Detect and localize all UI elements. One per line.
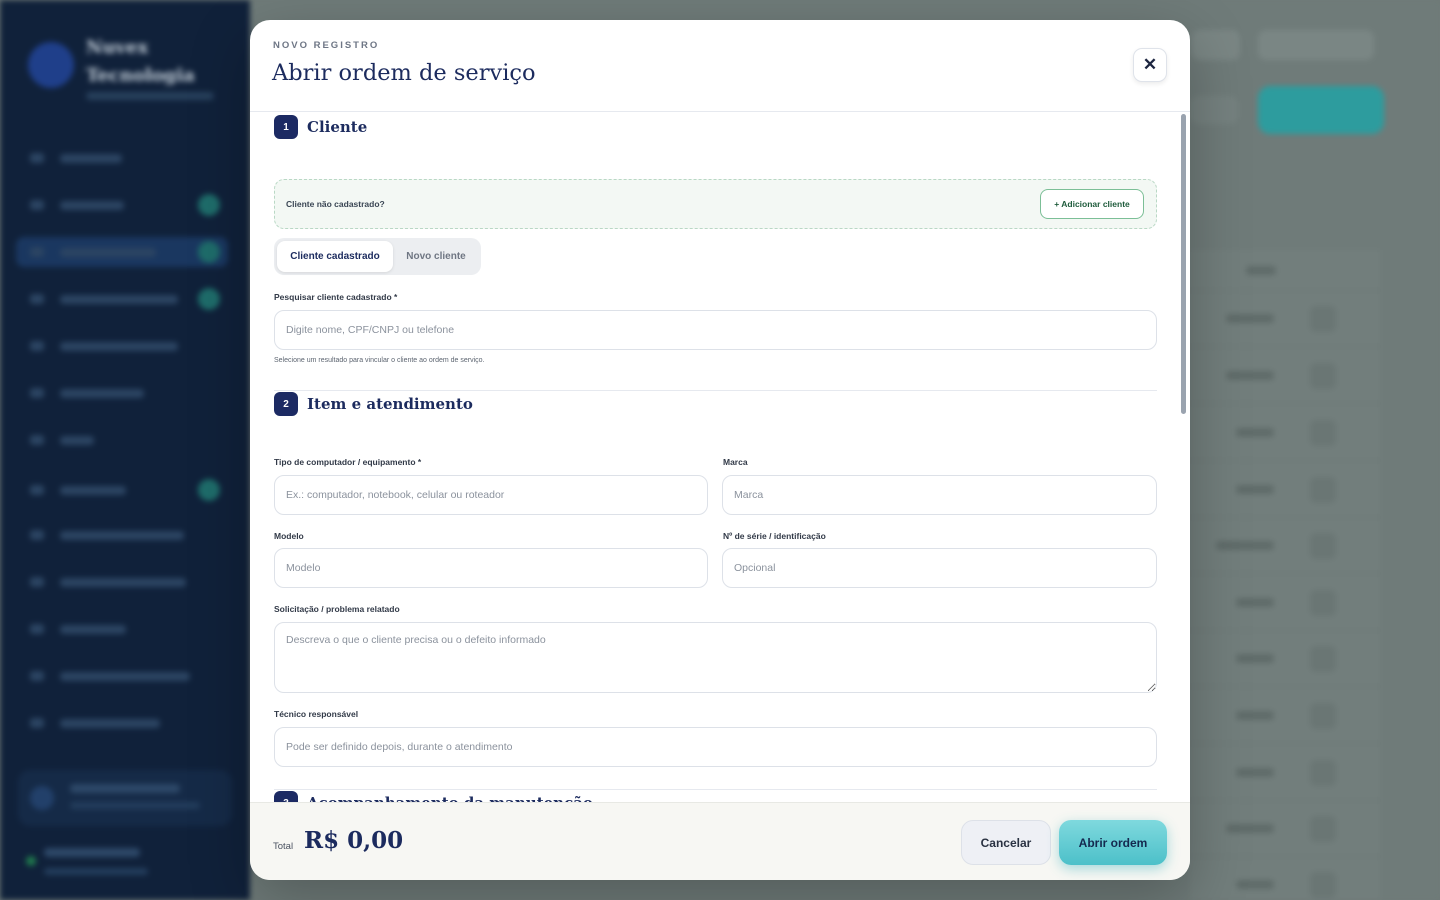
section-number-badge: 2 [274,392,298,416]
new-order-button [1258,86,1384,134]
client-search-label: Pesquisar cliente cadastrado * [274,292,398,302]
top-button [1192,30,1240,60]
close-icon: ✕ [1142,55,1158,74]
toggle-registered-client[interactable]: Cliente cadastrado [277,241,393,272]
model-label: Modelo [274,531,304,541]
add-client-button[interactable]: + Adicionar cliente [1040,189,1144,219]
sidebar-item [30,190,220,220]
total-value: R$ 0,00 [304,827,404,854]
client-search-helper: Selecione um resultado para vincular o c… [274,357,485,364]
sidebar-item-active [16,237,228,267]
section-number-badge: 3 [274,791,298,802]
modal-scrollbar[interactable] [1181,112,1186,802]
serial-number-input[interactable] [722,548,1157,588]
sidebar-item [30,567,220,597]
open-order-button[interactable]: Abrir ordem [1059,820,1167,865]
cancel-button[interactable]: Cancelar [961,820,1051,865]
model-input[interactable] [274,548,708,588]
client-type-toggle: Cliente cadastrado Novo cliente [274,238,481,275]
brand-logo [28,42,74,88]
sidebar-item [30,614,220,644]
section-client-header: 1 Cliente [274,115,367,139]
modal-eyebrow: NOVO REGISTRO [273,40,380,51]
total-label: Total [273,841,294,852]
sidebar-item [30,425,220,455]
section-number-badge: 1 [274,115,298,139]
filter-button [1190,96,1238,124]
sidebar-item [30,378,220,408]
notice-text: Cliente não cadastrado? [286,199,385,209]
brand-tagline [86,92,214,100]
problem-textarea[interactable] [274,622,1157,693]
modal-footer: Total R$ 0,00 Cancelar Abrir ordem [250,802,1190,880]
sidebar-item [30,284,220,314]
client-search-input[interactable] [274,310,1157,350]
section-item-header: 2 Item e atendimento [274,392,473,416]
equipment-type-input[interactable] [274,475,708,515]
section-title: Cliente [307,118,368,136]
sidebar: Nuvex Tecnologia [0,0,250,900]
orders-table [1190,250,1380,900]
section-title: Item e atendimento [307,395,473,413]
technician-label: Técnico responsável [274,709,359,719]
sidebar-item [30,661,220,691]
serial-number-label: Nº de série / identificação [723,531,826,541]
equipment-type-label: Tipo de computador / equipamento * [274,457,422,467]
technician-input[interactable] [274,727,1157,767]
new-order-modal: NOVO REGISTRO Abrir ordem de serviço ✕ 1… [250,20,1190,880]
scrollbar-thumb[interactable] [1181,114,1186,414]
sidebar-item [30,143,220,173]
section-title: Acompanhamento da manutenção [307,794,593,802]
section-followup-header: 3 Acompanhamento da manutenção [274,791,593,802]
sidebar-item [30,520,220,550]
problem-label: Solicitação / problema relatado [274,604,400,614]
sidebar-item [30,331,220,361]
section-divider [274,789,1157,790]
unregistered-client-notice: Cliente não cadastrado? + Adicionar clie… [274,179,1157,229]
toggle-new-client[interactable]: Novo cliente [396,241,476,272]
section-divider [274,390,1157,391]
sidebar-item [30,472,220,508]
sidebar-item [30,708,220,738]
brand-name: Nuvex Tecnologia [86,37,195,86]
user-card [18,770,232,826]
close-button[interactable]: ✕ [1133,48,1167,82]
top-button [1258,30,1374,60]
modal-body[interactable]: 1 Cliente Cliente não cadastrado? + Adic… [250,112,1190,802]
brand-input[interactable] [722,475,1157,515]
modal-title: Abrir ordem de serviço [272,60,536,86]
modal-header: NOVO REGISTRO Abrir ordem de serviço ✕ [250,20,1190,112]
brand-label: Marca [723,457,748,467]
